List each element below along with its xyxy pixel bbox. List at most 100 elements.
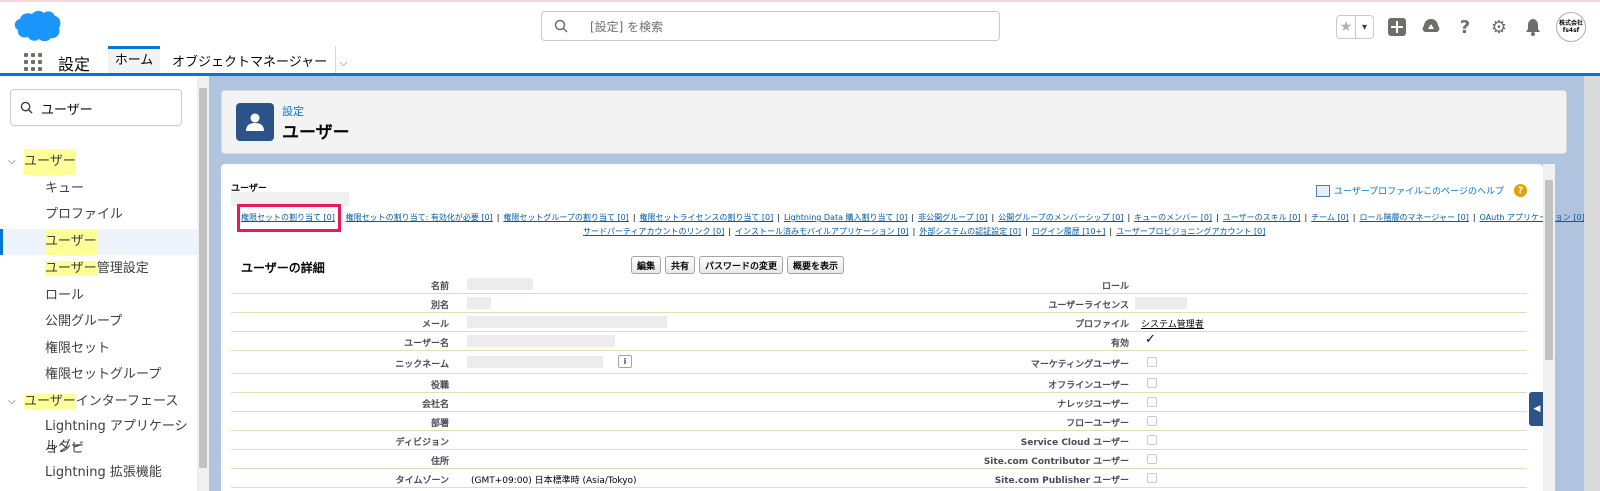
field-label-service-cloud-user: Service Cloud ユーザー	[1020, 438, 1129, 448]
related-link-external-auth-settings[interactable]: 外部システムの認証設定 [0]	[919, 227, 1021, 236]
breadcrumb[interactable]: 設定	[282, 103, 304, 119]
related-link-public-group-membership[interactable]: 公開グループのメンバーシップ [0]	[998, 213, 1123, 222]
global-actions-plus-icon[interactable]	[1386, 16, 1408, 38]
help-link-area[interactable]: ユーザープロファイルこのページのヘルプ ?	[1315, 184, 1527, 197]
chevron-down-icon[interactable]: ⌵	[339, 56, 347, 70]
related-link-user-skills[interactable]: ユーザーのスキル [0]	[1223, 213, 1301, 222]
gear-icon[interactable]: ⚙	[1488, 16, 1510, 38]
star-icon[interactable]: ★	[1337, 16, 1355, 38]
field-label-title: 役職	[430, 381, 449, 391]
scrollbar-thumb[interactable]	[1545, 180, 1553, 360]
section-title: ユーザーの詳細	[241, 261, 325, 275]
page-title: ユーザー	[282, 123, 350, 143]
page-help-icon	[1315, 184, 1330, 197]
related-link-permission-set-assignments-activation[interactable]: 権限セットの割り当て: 有効化が必要 [0]	[346, 213, 493, 222]
related-link-third-party-accounts[interactable]: サードパーティアカウントのリンク [0]	[583, 227, 724, 236]
tab-object-manager[interactable]: オブジェクトマネージャー ⌵	[172, 51, 347, 70]
salesforce-logo[interactable]	[12, 8, 62, 42]
favorites-control[interactable]: ★ ▾	[1336, 15, 1374, 39]
sidebar-item-user-management-settings[interactable]: ユーザー管理設定	[0, 256, 197, 282]
tab-home[interactable]: ホーム	[108, 46, 160, 73]
detail-row: 部署 フローユーザー	[231, 412, 1527, 431]
checkbox-icon	[1147, 378, 1157, 388]
related-link-user-provisioning[interactable]: ユーザープロビジョニングアカウント [0]	[1116, 227, 1265, 236]
related-link-role-hierarchy-managers[interactable]: ロール階層のマネージャー [0]	[1360, 213, 1469, 222]
detail-row: ニックネーム i マーケティングユーザー	[231, 351, 1527, 374]
label-rest: 管理設定	[96, 261, 149, 276]
sidebar-item-lightning-app-builder-cont[interactable]: ルダー	[0, 436, 197, 458]
header-utility-icons: ★ ▾ ? ⚙ 株式会社 fs4sf	[1336, 12, 1586, 42]
related-link-lightning-data[interactable]: Lightning Data 購入割り当て [0]	[784, 213, 907, 222]
sidebar-item-lightning-app-builder[interactable]: Lightning アプリケーションビ	[0, 416, 197, 456]
related-link-permission-set-group-assignments[interactable]: 権限セットグループの割り当て [0]	[503, 213, 628, 222]
help-link[interactable]: ユーザープロファイルこのページのヘルプ	[1334, 184, 1504, 197]
search-icon	[554, 19, 568, 33]
page-scrollbar[interactable]	[1584, 76, 1600, 491]
user-icon	[236, 103, 274, 141]
related-link-teams[interactable]: チーム [0]	[1311, 213, 1349, 222]
chevron-down-icon[interactable]: ⌵	[8, 149, 16, 175]
main-content-area: 設定 ユーザー ユーザー ユーザープロファイルこのページのヘルプ ? 権限セット…	[209, 76, 1600, 491]
sidebar-item-profiles[interactable]: プロファイル	[0, 202, 197, 228]
help-question-icon[interactable]: ?	[1514, 184, 1527, 197]
quick-find-input[interactable]: ユーザー	[10, 89, 182, 126]
detail-row: 会社名 ナレッジユーザー	[231, 393, 1527, 412]
avatar-line1: 株式会社	[1558, 20, 1583, 27]
related-link-login-history[interactable]: ログイン履歴 [10+]	[1032, 227, 1106, 236]
sidebar-item-public-groups[interactable]: 公開グループ	[0, 309, 197, 335]
sidebar-item-queues[interactable]: キュー	[0, 176, 197, 202]
info-icon[interactable]: i	[618, 355, 632, 368]
detail-row: 別名 ユーザーライセンス	[231, 294, 1527, 313]
field-label-site-publisher: Site.com Publisher ユーザー	[994, 476, 1129, 486]
sidebar-item-permission-sets[interactable]: 権限セット	[0, 336, 197, 362]
detail-row: タイムゾーン (GMT+09:00) 日本標準時 (Asia/Tokyo) Si…	[231, 469, 1527, 488]
sidebar-item-lightning-extension[interactable]: Lightning 拡張機能	[0, 460, 197, 486]
notification-bell-icon[interactable]	[1522, 16, 1544, 38]
field-label-timezone: タイムゾーン	[395, 476, 449, 486]
related-link-permission-set-license-assignments[interactable]: 権限セットライセンスの割り当て [0]	[640, 213, 774, 222]
checkbox-icon	[1147, 357, 1157, 367]
trailhead-icon[interactable]	[1420, 16, 1442, 38]
field-label-role: ロール	[1101, 282, 1129, 292]
search-highlight: ユーザー	[24, 394, 76, 409]
sidebar-item-permission-set-groups[interactable]: 権限セットグループ	[0, 362, 197, 388]
sidebar-item-roles[interactable]: ロール	[0, 283, 197, 309]
search-highlight: ユーザー	[45, 261, 97, 276]
field-label-knowledge-user: ナレッジユーザー	[1057, 400, 1129, 410]
sidebar-scrollbar[interactable]	[197, 76, 209, 491]
field-label-name: 名前	[430, 282, 449, 292]
favorites-dropdown-icon[interactable]: ▾	[1355, 16, 1373, 38]
related-link-queue-members[interactable]: キューのメンバー [0]	[1134, 213, 1212, 222]
content-scrollbar[interactable]	[1543, 164, 1555, 491]
related-links-row2: サードパーティアカウントのリンク [0] | インストール済みモバイルアプリケーショ…	[583, 227, 1266, 236]
redacted-value	[1135, 297, 1187, 309]
chevron-down-icon[interactable]: ⌵	[8, 389, 16, 415]
setup-sidebar: ユーザー ⌵ ユーザー キュー プロファイル ユーザー ユーザー管理設定 ロール…	[0, 76, 197, 491]
field-label-user-license: ユーザーライセンス	[1048, 301, 1129, 311]
field-label-address: 住所	[430, 457, 449, 467]
checkbox-icon	[1147, 473, 1157, 483]
app-name: 設定	[58, 55, 91, 74]
profile-link[interactable]: システム管理者	[1141, 317, 1204, 330]
checkbox-icon	[1147, 454, 1157, 464]
sidebar-category-user-interface[interactable]: ⌵ ユーザーインターフェース	[0, 389, 197, 415]
avatar-line2: fs4sf	[1562, 27, 1580, 34]
show-summary-button[interactable]: 概要を表示	[787, 256, 845, 274]
change-password-button[interactable]: パスワードの変更	[699, 256, 784, 274]
scrollbar-thumb[interactable]	[199, 88, 207, 468]
edit-button[interactable]: 編集	[631, 256, 662, 274]
global-search-input[interactable]: [設定] を検索	[541, 11, 1000, 41]
share-button[interactable]: 共有	[665, 256, 696, 274]
related-link-private-groups[interactable]: 非公開グループ [0]	[918, 213, 987, 222]
sidebar-item-users[interactable]: ユーザー	[0, 229, 197, 255]
checkbox-icon	[1147, 435, 1157, 445]
user-avatar[interactable]: 株式会社 fs4sf	[1556, 12, 1586, 42]
sidebar-category-users[interactable]: ⌵ ユーザー	[0, 149, 197, 175]
label-rest: インターフェース	[75, 394, 179, 409]
related-link-installed-mobile-apps[interactable]: インストール済みモバイルアプリケーション [0]	[735, 227, 909, 236]
help-question-icon[interactable]: ?	[1454, 16, 1476, 38]
app-launcher-icon[interactable]	[24, 53, 42, 71]
detail-row: 役職 オフラインユーザー	[231, 374, 1527, 393]
related-link-oauth-apps[interactable]: OAuth アプリケーション [0]	[1480, 213, 1585, 222]
global-header: [設定] を検索 ★ ▾ ? ⚙ 株式会社 fs4sf	[0, 0, 1600, 46]
